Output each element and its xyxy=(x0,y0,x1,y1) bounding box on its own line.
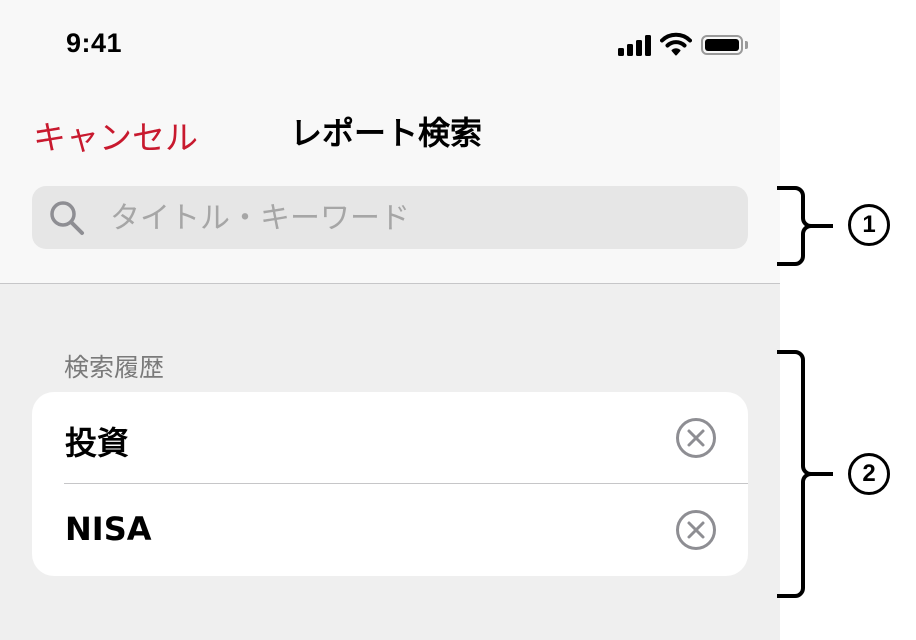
annotation-bracket-2 xyxy=(777,350,833,598)
clear-icon[interactable] xyxy=(675,417,717,459)
list-item[interactable]: 投資 xyxy=(32,392,748,484)
cancel-button[interactable]: キャンセル xyxy=(33,111,198,159)
search-field[interactable] xyxy=(32,186,748,249)
history-item-label: 投資 xyxy=(65,424,130,462)
cellular-signal-icon xyxy=(618,34,654,56)
search-icon xyxy=(50,201,84,235)
battery-icon xyxy=(701,35,743,55)
top-bar: 9:41 キャンセル レポート検索 xyxy=(0,0,780,284)
history-item-label: NISA xyxy=(65,510,152,548)
page-title: レポート検索 xyxy=(290,114,483,152)
battery-cap xyxy=(745,41,748,49)
battery-level xyxy=(705,39,739,51)
search-input[interactable] xyxy=(108,196,732,240)
history-header: 検索履歴 xyxy=(64,353,165,382)
wifi-icon xyxy=(660,32,692,56)
history-list: 投資 NISA xyxy=(32,392,748,576)
annotation-bracket-1 xyxy=(777,186,833,266)
annotation-marker-1: 1 xyxy=(848,204,890,246)
status-time: 9:41 xyxy=(66,28,123,58)
list-item[interactable]: NISA xyxy=(32,484,748,576)
clear-icon[interactable] xyxy=(675,509,717,551)
annotation-marker-2: 2 xyxy=(848,453,890,495)
phone-screen: 9:41 キャンセル レポート検索 検索履歴 投資 xyxy=(0,0,780,640)
